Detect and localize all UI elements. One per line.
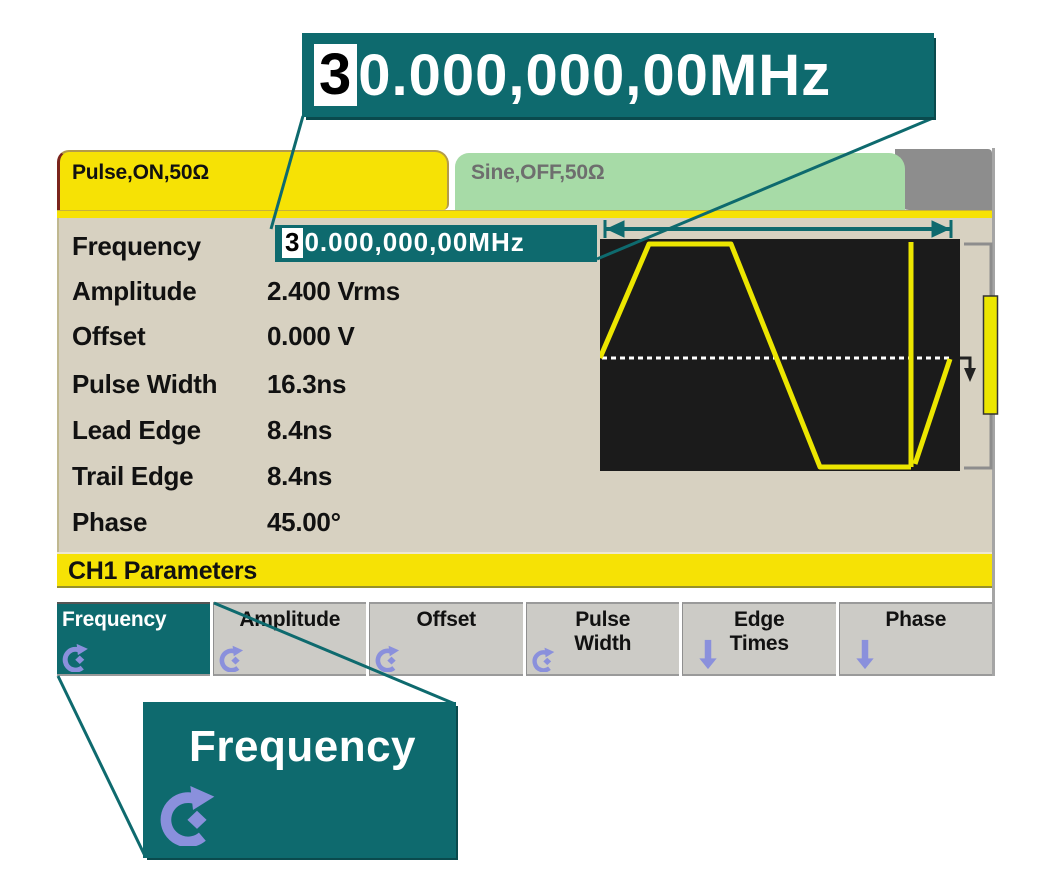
tab-label: Pulse,ON,50Ω (72, 161, 209, 184)
softkey-pulse-width[interactable]: Pulse Width (526, 602, 680, 676)
callout-label: Frequency (189, 722, 416, 772)
param-label-phase: Phase (72, 504, 147, 540)
offset-marker-arrow (964, 368, 976, 382)
frequency-softkey-callout: Frequency (143, 702, 456, 858)
slider-thumb (984, 296, 998, 414)
softkey-phase[interactable]: Phase (839, 602, 993, 676)
frequency-value: 0.000,000,00MHz (304, 227, 524, 257)
softkey-amplitude[interactable]: Amplitude (213, 602, 367, 676)
rotate-icon (531, 646, 557, 672)
param-label-offset: Offset (72, 318, 145, 354)
down-arrow-icon (852, 637, 878, 671)
param-label-lead-edge: Lead Edge (72, 412, 201, 448)
edit-cursor-digit: 3 (314, 44, 357, 107)
param-label-trail-edge: Trail Edge (72, 458, 193, 494)
rotate-icon (157, 782, 221, 846)
period-measure-arrow (602, 218, 954, 240)
frequency-edit-field[interactable]: 30.000,000,00MHz (275, 225, 597, 262)
parameter-display: Frequency Amplitude Offset Pulse Width L… (57, 218, 992, 552)
softkey-row: Frequency Amplitude Offset (57, 602, 992, 676)
active-tab-band (57, 210, 992, 218)
status-bar: CH1 Parameters (57, 552, 992, 588)
param-label-pulse-width: Pulse Width (72, 366, 217, 402)
param-value-lead-edge: 8.4ns (267, 412, 332, 448)
tab-label: Sine,OFF,50Ω (471, 161, 604, 184)
frequency-value-large: 0.000,000,00MHz (358, 42, 831, 109)
param-label-amplitude: Amplitude (72, 273, 196, 309)
instrument-screen: Sine,OFF,50Ω Pulse,ON,50Ω Frequency Ampl… (57, 148, 995, 676)
softkey-frequency[interactable]: Frequency (57, 602, 210, 676)
param-value-pulse-width: 16.3ns (267, 366, 346, 402)
rotate-icon (374, 644, 402, 672)
frequency-value-callout: 30.000,000,00MHz (302, 33, 934, 117)
waveform-preview (600, 239, 960, 471)
rotate-icon (61, 642, 91, 672)
softkey-offset[interactable]: Offset (369, 602, 523, 676)
param-value-amplitude: 2.400 Vrms (267, 273, 400, 309)
channel-tabs: Sine,OFF,50Ω Pulse,ON,50Ω (57, 148, 992, 210)
param-value-trail-edge: 8.4ns (267, 458, 332, 494)
pulse-waveform-graphic (600, 239, 960, 471)
softkey-edge-times[interactable]: Edge Times (682, 602, 836, 676)
down-arrow-icon (695, 637, 721, 671)
amplitude-slider (960, 240, 1000, 474)
param-label-frequency: Frequency (72, 228, 201, 264)
param-value-phase: 45.00° (267, 504, 341, 540)
tab-channel1-pulse[interactable]: Pulse,ON,50Ω (57, 150, 449, 210)
rotate-icon (218, 644, 246, 672)
page: 30.000,000,00MHz Sine,OFF,50Ω Pulse,ON,5… (0, 0, 1044, 890)
tab-channel2-sine[interactable]: Sine,OFF,50Ω (455, 153, 905, 210)
edit-cursor-digit: 3 (282, 228, 303, 258)
screen-bezel (895, 149, 992, 210)
param-value-offset: 0.000 V (267, 318, 355, 354)
